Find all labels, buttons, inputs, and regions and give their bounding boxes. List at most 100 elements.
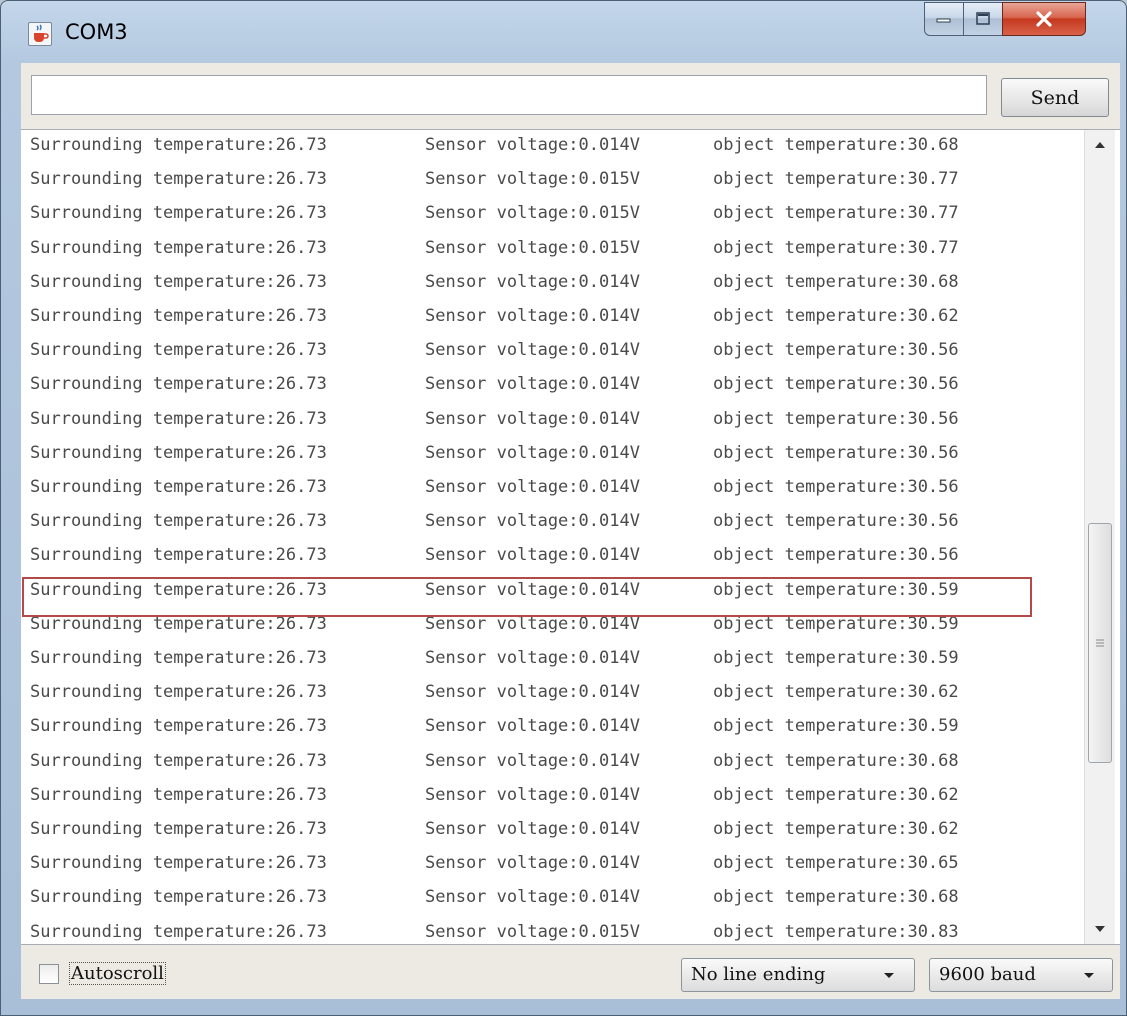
surrounding-temperature-text: Surrounding temperature:26.73 <box>30 648 327 668</box>
send-button[interactable]: Send <box>1001 78 1109 117</box>
sensor-voltage-text: Sensor voltage:0.015V <box>425 169 640 190</box>
scrollbar-thumb[interactable] <box>1088 523 1112 763</box>
baud-rate-select[interactable]: 9600 baud <box>929 958 1113 992</box>
scroll-up-button[interactable] <box>1085 130 1115 160</box>
surrounding-temperature-text: Surrounding temperature:26.73 <box>30 853 327 874</box>
object-temperature-text: object temperature:30.56 <box>713 442 959 463</box>
autoscroll-label[interactable]: Autoscroll <box>69 962 166 985</box>
object-temperature-text: object temperature:30.62 <box>713 682 959 703</box>
sensor-voltage-text: Sensor voltage:0.014V <box>425 477 640 497</box>
autoscroll-checkbox[interactable] <box>39 964 59 984</box>
close-icon <box>1036 11 1052 27</box>
line-ending-value: No line ending <box>691 964 826 985</box>
sensor-voltage-text: Sensor voltage:0.014V <box>425 271 640 292</box>
surrounding-temperature-text: Surrounding temperature:26.73 <box>30 169 327 190</box>
sensor-voltage-text: Sensor voltage:0.014V <box>425 374 640 395</box>
object-temperature-text: object temperature:30.56 <box>713 545 959 566</box>
sensor-voltage-text: Sensor voltage:0.014V <box>425 648 640 668</box>
surrounding-temperature-text: Surrounding temperature:26.73 <box>30 442 327 463</box>
java-cup-icon <box>28 22 52 46</box>
sensor-voltage-text: Sensor voltage:0.014V <box>425 511 640 532</box>
vertical-scrollbar[interactable] <box>1084 130 1115 944</box>
close-button[interactable] <box>1002 2 1086 36</box>
baud-rate-value: 9600 baud <box>939 964 1036 985</box>
sensor-voltage-text: Sensor voltage:0.014V <box>425 887 640 908</box>
object-temperature-text: object temperature:30.62 <box>713 784 959 805</box>
sensor-voltage-text: Sensor voltage:0.014V <box>425 819 640 839</box>
surrounding-temperature-text: Surrounding temperature:26.73 <box>30 271 327 292</box>
surrounding-temperature-text: Surrounding temperature:26.73 <box>30 374 327 395</box>
object-temperature-text: object temperature:30.77 <box>713 237 959 258</box>
object-temperature-text: object temperature:30.68 <box>713 887 959 908</box>
sensor-voltage-text: Sensor voltage:0.014V <box>425 135 640 155</box>
object-temperature-text: object temperature:30.56 <box>713 408 959 429</box>
sensor-voltage-text: Sensor voltage:0.014V <box>425 716 640 737</box>
surrounding-temperature-text: Surrounding temperature:26.73 <box>30 408 327 429</box>
scroll-down-button[interactable] <box>1085 914 1115 944</box>
sensor-voltage-text: Sensor voltage:0.014V <box>425 853 640 874</box>
surrounding-temperature-text: Surrounding temperature:26.73 <box>30 237 327 258</box>
object-temperature-text: object temperature:30.77 <box>713 169 959 190</box>
sensor-voltage-text: Sensor voltage:0.014V <box>425 682 640 703</box>
surrounding-temperature-text: Surrounding temperature:26.73 <box>30 682 327 703</box>
object-temperature-text: object temperature:30.62 <box>713 819 959 839</box>
minimize-button[interactable] <box>924 2 964 36</box>
surrounding-temperature-text: Surrounding temperature:26.73 <box>30 921 327 942</box>
sensor-voltage-text: Sensor voltage:0.014V <box>425 613 640 634</box>
chevron-down-icon <box>1084 973 1094 978</box>
surrounding-temperature-text: Surrounding temperature:26.73 <box>30 819 327 839</box>
sensor-voltage-text: Sensor voltage:0.015V <box>425 921 640 942</box>
footer-bar: Autoscroll No line ending 9600 baud <box>21 947 1120 999</box>
object-temperature-text: object temperature:30.59 <box>713 648 959 668</box>
object-temperature-text: object temperature:30.62 <box>713 306 959 326</box>
surrounding-temperature-text: Surrounding temperature:26.73 <box>30 887 327 908</box>
sensor-voltage-text: Sensor voltage:0.014V <box>425 306 640 326</box>
surrounding-temperature-text: Surrounding temperature:26.73 <box>30 203 327 224</box>
serial-output-area[interactable]: Surrounding temperature:26.73 Sensor volt… <box>21 129 1120 945</box>
minimize-icon <box>936 18 951 23</box>
surrounding-temperature-text: Surrounding temperature:26.73 <box>30 511 327 532</box>
object-temperature-text: object temperature:30.68 <box>713 271 959 292</box>
surrounding-temperature-text: Surrounding temperature:26.73 <box>30 750 327 771</box>
object-temperature-text: object temperature:30.59 <box>713 613 959 634</box>
surrounding-temperature-text: Surrounding temperature:26.73 <box>30 340 327 361</box>
sensor-voltage-text: Sensor voltage:0.014V <box>425 784 640 805</box>
sensor-voltage-text: Sensor voltage:0.014V <box>425 442 640 463</box>
maximize-icon <box>976 12 990 25</box>
window-title: COM3 <box>65 20 128 44</box>
grip-icon <box>1096 639 1104 647</box>
object-temperature-text: object temperature:30.68 <box>713 135 959 155</box>
surrounding-temperature-text: Surrounding temperature:26.73 <box>30 784 327 805</box>
surrounding-temperature-text: Surrounding temperature:26.73 <box>30 135 327 155</box>
sensor-voltage-text: Sensor voltage:0.015V <box>425 237 640 258</box>
object-temperature-text: object temperature:30.83 <box>713 921 959 942</box>
surrounding-temperature-text: Surrounding temperature:26.73 <box>30 477 327 497</box>
scroll-up-arrow-icon <box>1095 142 1105 148</box>
object-temperature-text: object temperature:30.56 <box>713 477 959 497</box>
highlighted-line-box <box>22 576 1032 617</box>
object-temperature-text: object temperature:30.59 <box>713 716 959 737</box>
send-input[interactable] <box>31 75 987 115</box>
chevron-down-icon <box>884 973 894 978</box>
surrounding-temperature-text: Surrounding temperature:26.73 <box>30 545 327 566</box>
sensor-voltage-text: Sensor voltage:0.014V <box>425 408 640 429</box>
maximize-button[interactable] <box>963 2 1003 36</box>
surrounding-temperature-text: Surrounding temperature:26.73 <box>30 716 327 737</box>
scroll-down-arrow-icon <box>1095 926 1105 932</box>
surrounding-temperature-text: Surrounding temperature:26.73 <box>30 306 327 326</box>
sensor-voltage-text: Sensor voltage:0.015V <box>425 203 640 224</box>
serial-monitor-window: COM3 Send Surrounding temperature:26.73 S… <box>0 0 1127 1016</box>
line-ending-select[interactable]: No line ending <box>681 958 915 992</box>
object-temperature-text: object temperature:30.68 <box>713 750 959 771</box>
sensor-voltage-text: Sensor voltage:0.014V <box>425 750 640 771</box>
object-temperature-text: object temperature:30.56 <box>713 374 959 395</box>
serial-monitor-client: Send Surrounding temperature:26.73 Sensor… <box>21 63 1120 999</box>
title-bar[interactable]: COM3 <box>1 1 1126 61</box>
surrounding-temperature-text: Surrounding temperature:26.73 <box>30 613 327 634</box>
object-temperature-text: object temperature:30.65 <box>713 853 959 874</box>
sensor-voltage-text: Sensor voltage:0.014V <box>425 340 640 361</box>
object-temperature-text: object temperature:30.56 <box>713 511 959 532</box>
sensor-voltage-text: Sensor voltage:0.014V <box>425 545 640 566</box>
object-temperature-text: object temperature:30.56 <box>713 340 959 361</box>
object-temperature-text: object temperature:30.77 <box>713 203 959 224</box>
